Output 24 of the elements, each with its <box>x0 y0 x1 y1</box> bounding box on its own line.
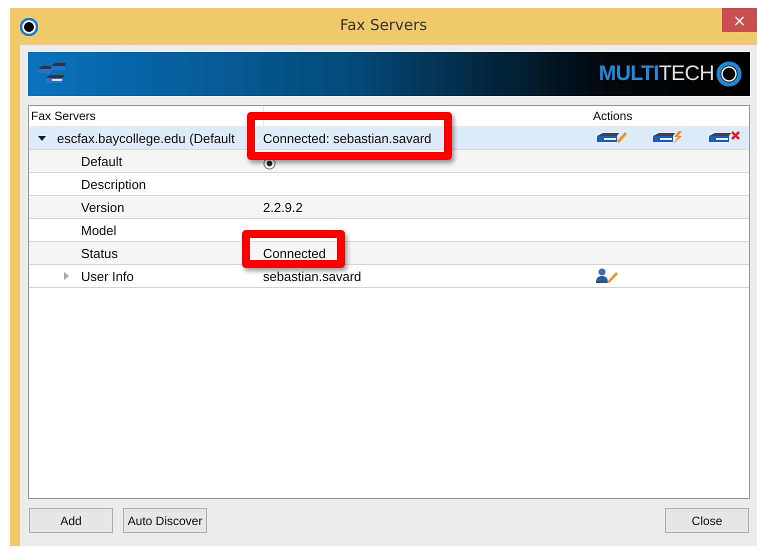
property-label: Version <box>80 200 124 214</box>
column-header: Actions <box>592 109 634 123</box>
property-label: Status <box>80 246 118 260</box>
property-label: Description <box>80 176 146 192</box>
close-button[interactable]: × <box>722 8 757 32</box>
collapse-arrow-icon[interactable] <box>37 133 47 143</box>
app-icon <box>20 18 38 36</box>
radio-button[interactable] <box>263 157 276 170</box>
property-label: Default <box>80 154 122 168</box>
property-value: Connected <box>263 246 326 260</box>
window-title: Fax Servers <box>340 16 428 34</box>
dialog-button[interactable]: Auto Discover <box>123 508 207 533</box>
dialog-button[interactable]: Add <box>29 508 113 533</box>
ring-logo-icon <box>716 61 742 87</box>
server-row[interactable]: escfax.baycollege.edu (Default Connected: sebastian.savard <box>29 127 749 150</box>
server-status: Connected: sebastian.savard <box>263 130 432 146</box>
property-label: User Info <box>81 268 134 284</box>
column-header: Fax Servers <box>30 109 97 123</box>
dialog-button[interactable]: Close <box>665 508 749 533</box>
brand-logo: MULTITECH <box>598 62 714 86</box>
property-label: Model <box>80 222 116 238</box>
property-value: 2.2.9.2 <box>263 200 303 214</box>
property-value: sebastian.savard <box>263 268 362 284</box>
server-name: escfax.baycollege.edu (Default <box>57 130 235 146</box>
